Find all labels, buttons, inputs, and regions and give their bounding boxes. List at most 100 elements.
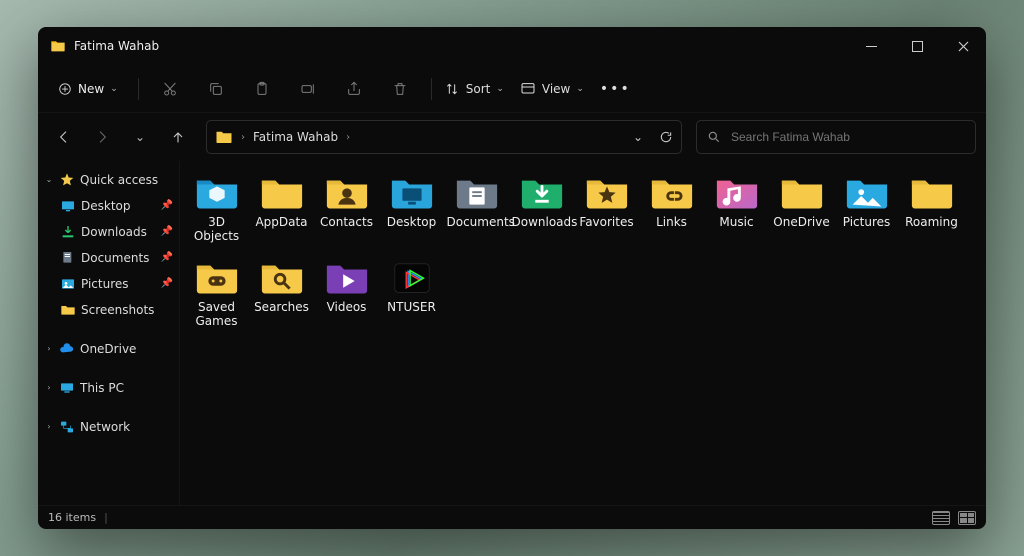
new-button[interactable]: New ⌄ [48, 73, 128, 105]
file-item[interactable]: Downloads [509, 173, 574, 244]
breadcrumb-current[interactable]: Fatima Wahab [253, 130, 338, 144]
view-label: View [542, 82, 570, 96]
large-icons-view-button[interactable] [958, 511, 976, 525]
network-icon [59, 419, 75, 435]
search-input[interactable] [731, 130, 965, 144]
close-button[interactable] [940, 27, 986, 65]
search-icon [707, 130, 721, 144]
searches-icon [259, 258, 305, 296]
file-item-label: Saved Games [187, 300, 247, 329]
file-item[interactable]: 3D Objects [184, 173, 249, 244]
title-folder-icon [50, 38, 66, 54]
sidebar-network[interactable]: › Network [38, 414, 179, 439]
sidebar-quick-access[interactable]: ⌄ Quick access [38, 167, 179, 192]
sidebar-label: Network [80, 420, 173, 434]
desktop-icon [389, 173, 435, 211]
sidebar-documents[interactable]: Documents 📌 [38, 245, 179, 270]
sort-label: Sort [466, 82, 491, 96]
desktop-icon [60, 198, 76, 214]
cut-button[interactable] [149, 73, 191, 105]
file-item[interactable]: AppData [249, 173, 314, 244]
details-view-button[interactable] [932, 511, 950, 525]
toolbar: New ⌄ Sort ⌄ View ⌄ ••• [38, 65, 986, 113]
sidebar-onedrive[interactable]: › OneDrive [38, 336, 179, 361]
star-icon [59, 172, 75, 188]
file-item[interactable]: Saved Games [184, 258, 249, 329]
videos-icon [324, 258, 370, 296]
view-button[interactable]: View ⌄ [518, 73, 586, 105]
chevron-right-icon: › [44, 344, 54, 353]
file-item[interactable]: Contacts [314, 173, 379, 244]
folder-icon [259, 173, 305, 211]
music-icon [714, 173, 760, 211]
file-item[interactable]: Videos [314, 258, 379, 329]
file-list[interactable]: 3D Objects AppData Contacts Desktop Docu… [180, 161, 986, 505]
sidebar-label: Pictures [81, 277, 156, 291]
nav-row: ⌄ › Fatima Wahab › ⌄ [38, 113, 986, 161]
file-item[interactable]: Desktop [379, 173, 444, 244]
file-item-label: Searches [254, 300, 309, 314]
minimize-button[interactable] [848, 27, 894, 65]
sidebar-this-pc[interactable]: › This PC [38, 375, 179, 400]
breadcrumb-history-button[interactable]: ⌄ [633, 130, 643, 144]
sidebar-screenshots[interactable]: Screenshots [38, 297, 179, 322]
file-item[interactable]: Links [639, 173, 704, 244]
sidebar-desktop[interactable]: Desktop 📌 [38, 193, 179, 218]
breadcrumb-sep-icon: › [241, 132, 245, 143]
recent-button[interactable]: ⌄ [124, 121, 156, 153]
delete-button[interactable] [379, 73, 421, 105]
refresh-button[interactable] [659, 130, 673, 144]
sidebar-downloads[interactable]: Downloads 📌 [38, 219, 179, 244]
file-item-label: Downloads [512, 215, 572, 229]
sidebar-label: OneDrive [80, 342, 173, 356]
title-bar: Fatima Wahab [38, 27, 986, 65]
file-item[interactable]: OneDrive [769, 173, 834, 244]
file-item-label: Favorites [579, 215, 633, 229]
file-item[interactable]: Roaming [899, 173, 964, 244]
chevron-down-icon: ⌄ [110, 84, 118, 94]
chevron-down-icon: ⌄ [44, 175, 54, 184]
window-title: Fatima Wahab [74, 39, 159, 53]
3d-icon [194, 173, 240, 211]
file-item[interactable]: Documents [444, 173, 509, 244]
contacts-icon [324, 173, 370, 211]
documents-icon [454, 173, 500, 211]
file-item-label: Music [719, 215, 753, 229]
forward-button[interactable] [86, 121, 118, 153]
file-item[interactable]: NTUSER [379, 258, 444, 329]
file-item[interactable]: Music [704, 173, 769, 244]
file-item-label: Roaming [905, 215, 958, 229]
file-item[interactable]: Favorites [574, 173, 639, 244]
paste-button[interactable] [241, 73, 283, 105]
sort-button[interactable]: Sort ⌄ [442, 73, 506, 105]
copy-button[interactable] [195, 73, 237, 105]
breadcrumb[interactable]: › Fatima Wahab › ⌄ [206, 120, 682, 154]
downloads-icon [519, 173, 565, 211]
pin-icon: 📌 [161, 200, 173, 211]
back-button[interactable] [48, 121, 80, 153]
maximize-button[interactable] [894, 27, 940, 65]
cloud-icon [59, 341, 75, 357]
file-item[interactable]: Searches [249, 258, 314, 329]
status-bar: 16 items | [38, 505, 986, 529]
file-item-label: AppData [255, 215, 307, 229]
links-icon [649, 173, 695, 211]
share-button[interactable] [333, 73, 375, 105]
sidebar-label: Screenshots [81, 303, 173, 317]
sidebar-label: Desktop [81, 199, 156, 213]
breadcrumb-sep-icon: › [346, 132, 350, 143]
rename-button[interactable] [287, 73, 329, 105]
file-item-label: Desktop [387, 215, 437, 229]
more-button[interactable]: ••• [590, 81, 641, 97]
favorites-icon [584, 173, 630, 211]
file-item-label: Pictures [843, 215, 891, 229]
toolbar-divider [138, 78, 139, 100]
file-item[interactable]: Pictures [834, 173, 899, 244]
search-box[interactable] [696, 120, 976, 154]
body: ⌄ Quick access Desktop 📌 Downloads 📌 Doc… [38, 161, 986, 505]
status-item-count: 16 items [48, 511, 96, 524]
sidebar-pictures[interactable]: Pictures 📌 [38, 271, 179, 296]
up-button[interactable] [162, 121, 194, 153]
chevron-right-icon: › [44, 422, 54, 431]
file-item-label: OneDrive [773, 215, 829, 229]
